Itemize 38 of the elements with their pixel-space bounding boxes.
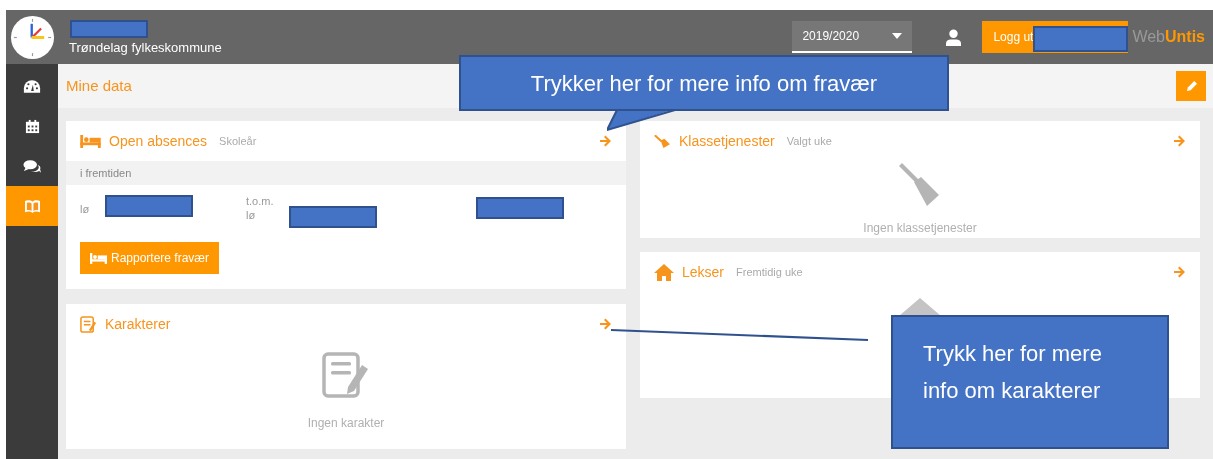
card-title: Klassetjenester [679,131,775,151]
card-subtitle: Skoleår [219,133,257,149]
chat-bubbles-icon [23,158,41,174]
card-title: Karakterer [105,314,171,334]
empty-message: Ingen karakter [307,415,385,432]
house-icon [654,263,674,281]
notepad-icon [80,315,97,333]
logout-button[interactable]: Logg ut [982,21,1129,53]
school-name: Trøndelag fylkeskommune [69,41,223,54]
arrow-right-icon[interactable] [1174,135,1186,147]
report-absence-button[interactable]: Rapportere fravær [80,242,220,274]
arrow-right-icon[interactable] [1174,266,1186,278]
date-caption: t.o.m. [246,195,274,209]
gauge-icon [23,78,41,94]
bed-icon [90,252,107,264]
notepad-pencil-icon [322,352,370,398]
broom-icon [654,134,671,148]
year-dropdown[interactable]: 2019/2020 [792,21,913,53]
card-subtitle: Fremtidig uke [736,264,803,280]
arrow-right-icon[interactable] [600,318,612,330]
clock-logo [10,14,55,60]
card-title: Lekser [682,262,725,282]
card-subtitle: Valgt uke [786,133,832,149]
arrow-right-icon[interactable] [600,135,612,147]
card-title: Open absences [109,131,208,151]
user-icon[interactable] [946,28,962,46]
edit-button[interactable] [1176,71,1206,101]
pencil-icon [1185,80,1197,92]
date-label: lø [246,208,257,223]
section-label: i fremtiden [66,161,626,185]
bed-icon [80,134,101,148]
calendar-icon [24,118,40,134]
empty-message: Ingen klassetjenester [863,220,977,237]
callout-box: Trykk her for mere info om karakterer [891,315,1169,449]
page-title: Mine data [66,75,132,96]
book-icon [23,198,41,214]
date-label: lø [80,203,90,215]
caret-icon [892,33,903,39]
